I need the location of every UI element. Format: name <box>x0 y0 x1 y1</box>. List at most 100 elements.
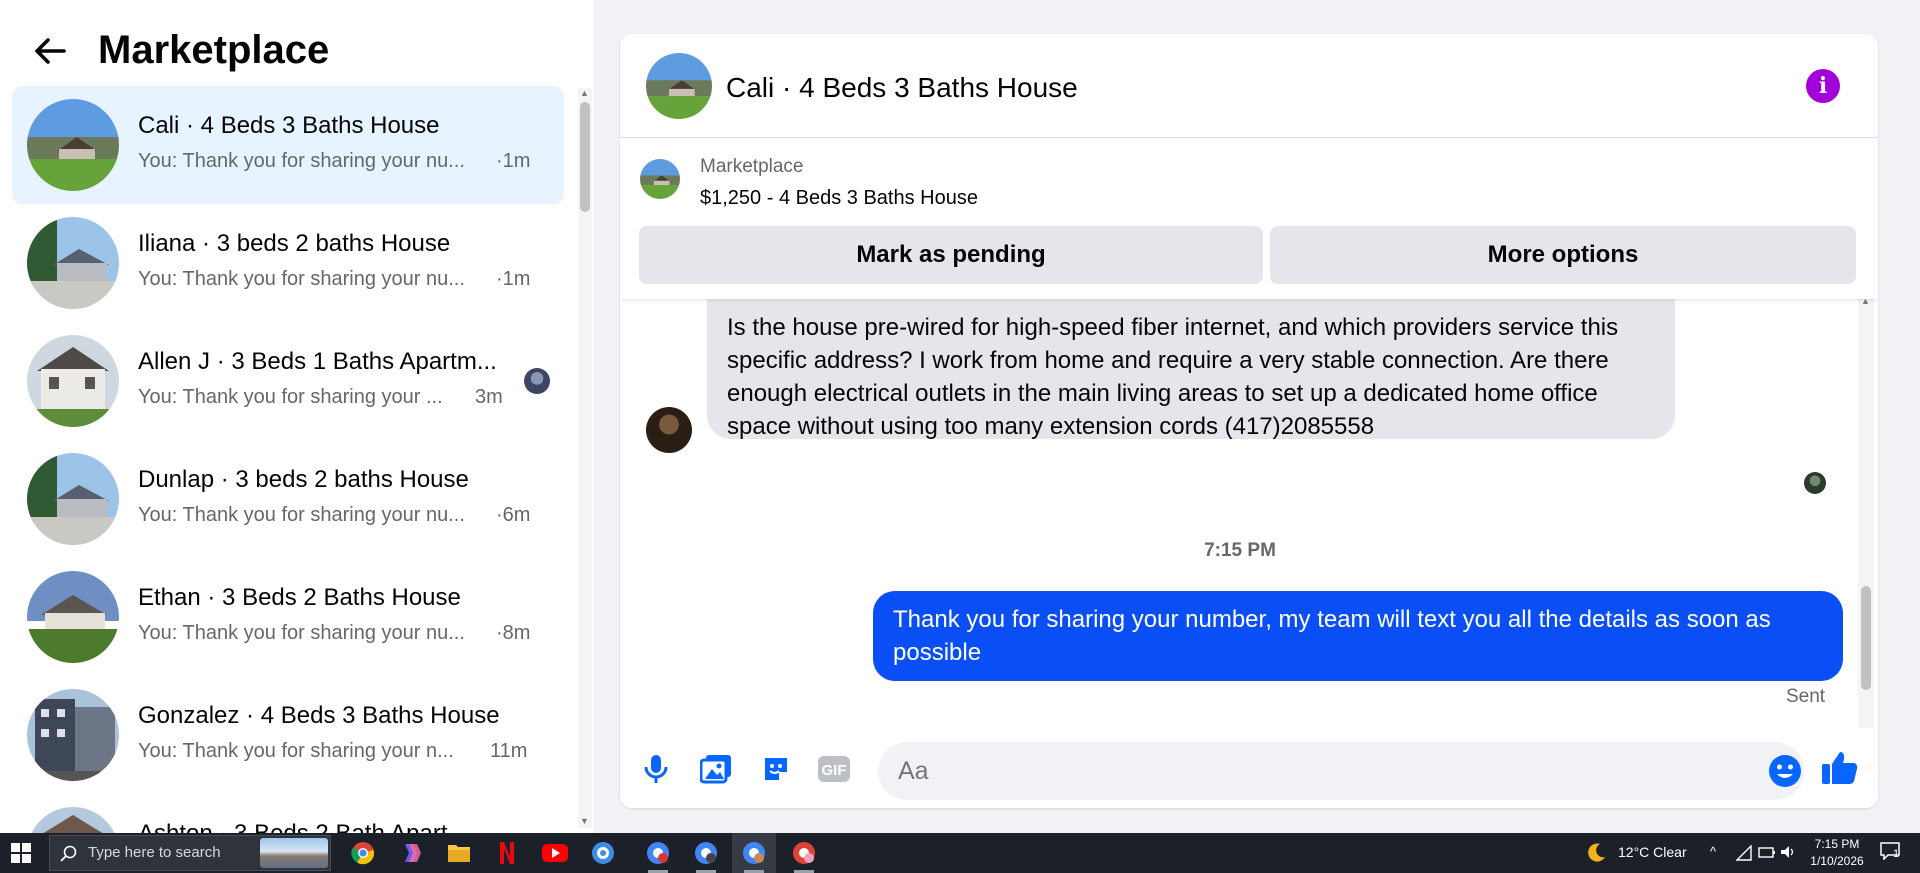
gif-icon[interactable]: GIF <box>816 751 852 787</box>
conversation-snippet: You: Thank you for sharing your nu... <box>138 150 465 172</box>
conversation-time: ·1m <box>496 268 531 290</box>
chat-title[interactable]: Cali · 4 Beds 3 Baths House <box>726 72 1078 104</box>
listing-thumbnail <box>27 99 119 191</box>
message-input-box[interactable] <box>878 742 1804 800</box>
conversation-name: Gonzalez · 4 Beds 3 Baths House <box>138 702 500 729</box>
seen-avatar <box>524 368 550 394</box>
panel-header: Marketplace <box>30 28 329 73</box>
chat-scrollbar[interactable]: ▲ ▼ <box>1858 296 1874 740</box>
file-explorer-icon[interactable] <box>437 833 481 873</box>
message-input[interactable] <box>898 754 1718 788</box>
conversation-item[interactable]: Iliana · 3 beds 2 baths House You: Thank… <box>12 204 564 322</box>
outgoing-message: Thank you for sharing your number, my te… <box>873 591 1843 681</box>
emoji-icon[interactable] <box>1768 754 1802 788</box>
conversation-name: Ashton · 3 Beds 2 Bath Apart... <box>138 820 468 833</box>
chevron-up-icon[interactable]: ^ <box>1710 844 1716 859</box>
listing-thumbnail <box>27 689 119 781</box>
conversation-list: Cali · 4 Beds 3 Baths House You: Thank y… <box>12 86 564 833</box>
weather-text[interactable]: 12°C Clear <box>1618 844 1687 860</box>
notification-icon[interactable]: 1 <box>1880 842 1904 864</box>
scrollbar-thumb[interactable] <box>1861 586 1871 690</box>
page-title: Marketplace <box>98 28 330 72</box>
clock-time: 7:15 PM <box>1814 837 1860 851</box>
chat-header: Cali · 4 Beds 3 Baths House i <box>620 34 1878 138</box>
microphone-icon[interactable] <box>638 751 674 787</box>
taskbar: Type here to search 12°C Clear ^ 7:15 PM… <box>0 833 1920 873</box>
notification-count: 1 <box>1893 848 1900 860</box>
conversation-item[interactable]: Ethan · 3 Beds 2 Baths House You: Thank … <box>12 558 564 676</box>
scrollbar-thumb[interactable] <box>580 102 590 212</box>
conversation-time: ·8m <box>496 622 531 644</box>
mark-as-pending-button[interactable]: Mark as pending <box>639 226 1263 284</box>
thumbs-up-icon[interactable] <box>1820 748 1860 788</box>
message-composer: GIF <box>620 728 1878 808</box>
conversation-item[interactable]: Cali · 4 Beds 3 Baths House You: Thank y… <box>12 86 564 204</box>
incoming-message: Is the house pre-wired for high-speed fi… <box>707 299 1675 440</box>
conversation-item[interactable]: Gonzalez · 4 Beds 3 Baths House You: Tha… <box>12 676 564 794</box>
conversation-item[interactable]: Dunlap · 3 beds 2 baths House You: Thank… <box>12 440 564 558</box>
conversation-name: Ethan · 3 Beds 2 Baths House <box>138 584 461 611</box>
svg-text:GIF: GIF <box>822 762 847 779</box>
conversation-item[interactable]: Ashton · 3 Beds 2 Bath Apart... <box>12 794 564 833</box>
youtube-icon[interactable] <box>533 833 577 873</box>
message-timestamp: 7:15 PM <box>1204 540 1276 561</box>
copilot-icon[interactable] <box>389 833 433 873</box>
conversation-snippet: You: Thank you for sharing your n... <box>138 740 454 762</box>
taskbar-search[interactable]: Type here to search <box>49 835 331 871</box>
conversation-name: Allen J · 3 Beds 1 Baths Apartm... <box>138 348 497 375</box>
listing-thumbnail <box>27 807 119 833</box>
listing-source: Marketplace <box>700 156 804 177</box>
moon-weather-icon[interactable] <box>1585 842 1607 869</box>
battery-icon[interactable] <box>1758 845 1776 864</box>
chrome-profile-icon[interactable] <box>684 833 728 873</box>
listing-price-title[interactable]: $1,250 - 4 Beds 3 Baths House <box>700 187 978 210</box>
conversation-snippet: You: Thank you for sharing your nu... <box>138 504 465 526</box>
photo-icon[interactable] <box>698 751 734 787</box>
chrome-profile-icon[interactable] <box>636 833 680 873</box>
conversation-name: Cali · 4 Beds 3 Baths House <box>138 112 440 139</box>
conversation-time: ·1m <box>496 150 531 172</box>
clock-date: 1/10/2026 <box>1810 854 1864 868</box>
info-icon[interactable]: i <box>1806 69 1840 103</box>
conversation-snippet: You: Thank you for sharing your nu... <box>138 622 465 644</box>
top-strip <box>594 0 1920 8</box>
volume-icon[interactable] <box>1780 845 1796 864</box>
conversation-name: Dunlap · 3 beds 2 baths House <box>138 466 469 493</box>
chrome-profile-icon[interactable] <box>782 833 826 873</box>
conversation-time: ·6m <box>496 504 531 526</box>
chrome-icon[interactable] <box>341 833 385 873</box>
sticker-icon[interactable] <box>758 751 794 787</box>
chat-window: Cali · 4 Beds 3 Baths House i Marketplac… <box>620 34 1878 808</box>
listing-thumbnail <box>27 217 119 309</box>
scroll-down-icon[interactable]: ▼ <box>580 816 589 826</box>
sender-avatar[interactable] <box>646 407 692 453</box>
listing-thumbnail <box>27 571 119 663</box>
conversation-panel: Marketplace Cali · 4 Beds 3 Baths House … <box>0 0 594 833</box>
message-status: Sent <box>1786 686 1826 707</box>
conversation-scrollbar[interactable]: ▲ ▼ <box>578 88 592 828</box>
conversation-item[interactable]: Allen J · 3 Beds 1 Baths Apartm... You: … <box>12 322 564 440</box>
search-highlight-image <box>260 838 328 868</box>
scroll-up-icon[interactable]: ▲ <box>580 88 589 98</box>
listing-thumbnail <box>27 335 119 427</box>
listing-thumbnail <box>27 453 119 545</box>
chat-avatar[interactable] <box>646 53 712 119</box>
conversation-name: Iliana · 3 beds 2 baths House <box>138 230 451 257</box>
seen-avatar <box>1804 472 1826 494</box>
conversation-snippet: You: Thank you for sharing your nu... <box>138 268 465 290</box>
conversation-snippet: You: Thank you for sharing your ... <box>138 386 443 408</box>
network-icon[interactable] <box>1735 844 1752 866</box>
chrome-profile-icon[interactable] <box>732 833 776 873</box>
listing-card: Marketplace $1,250 - 4 Beds 3 Baths Hous… <box>620 139 1878 299</box>
taskbar-clock[interactable]: 7:15 PM 1/10/2026 <box>1800 836 1874 870</box>
netflix-icon[interactable] <box>485 833 529 873</box>
browser-icon[interactable] <box>581 833 625 873</box>
search-icon <box>60 845 78 868</box>
conversation-time: 11m <box>490 740 528 762</box>
windows-start-icon[interactable] <box>11 843 31 863</box>
more-options-button[interactable]: More options <box>1270 226 1856 284</box>
conversation-time: 3m <box>475 386 503 408</box>
search-placeholder: Type here to search <box>88 844 221 861</box>
back-arrow-icon[interactable] <box>30 31 70 71</box>
listing-thumbnail[interactable] <box>640 159 680 199</box>
